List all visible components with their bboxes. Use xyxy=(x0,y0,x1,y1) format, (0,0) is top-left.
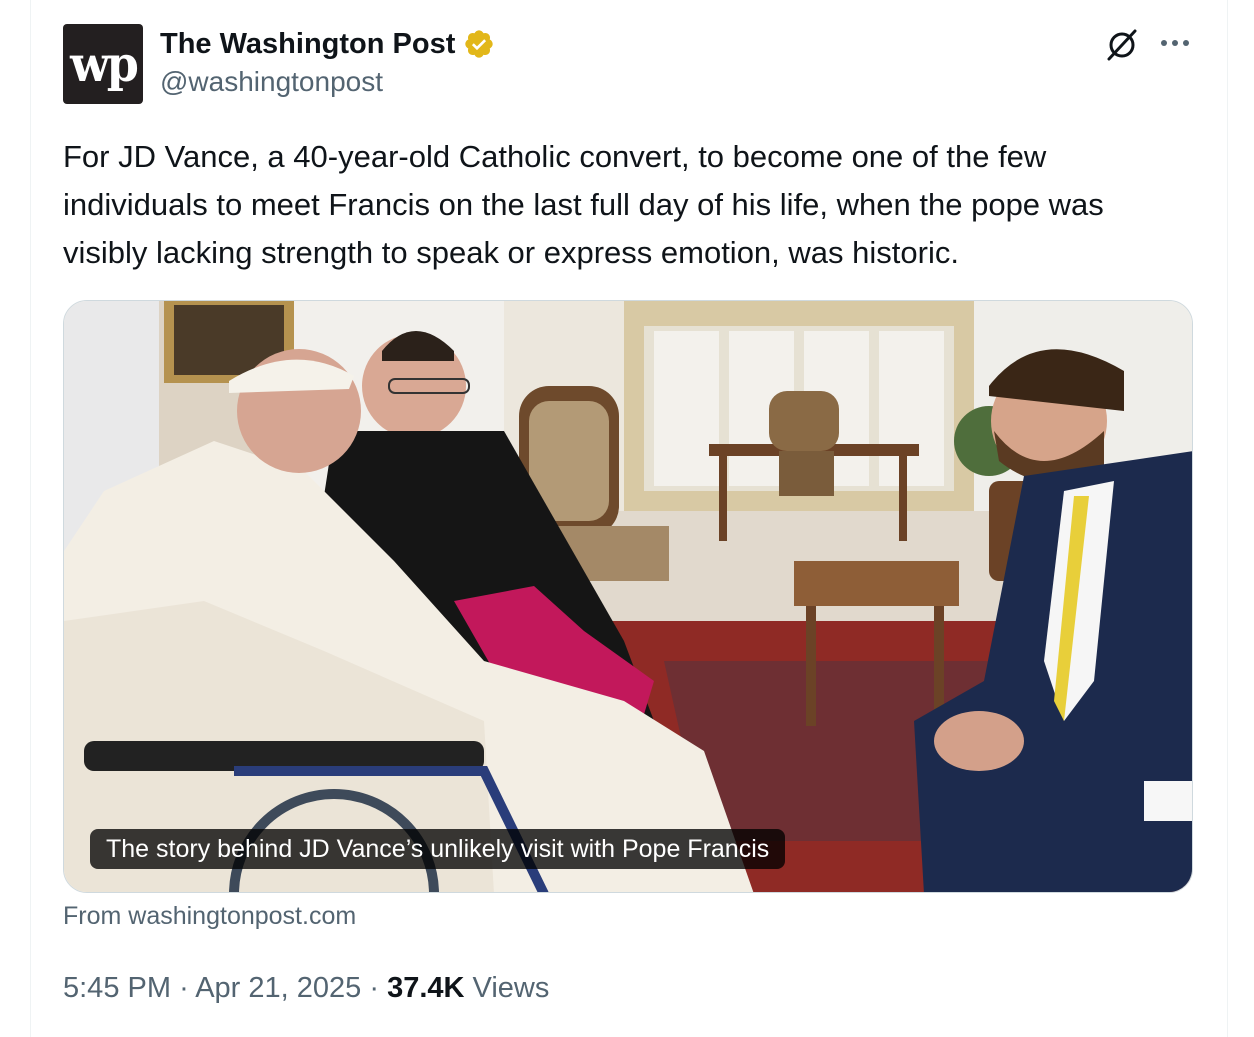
article-photo[interactable] xyxy=(64,301,1193,893)
verified-badge-icon[interactable] xyxy=(463,28,495,60)
tweet-meta: 5:45 PM · Apr 21, 2025 · 37.4K Views xyxy=(63,968,549,1008)
tweet-time[interactable]: 5:45 PM xyxy=(63,972,171,1004)
avatar[interactable]: wp xyxy=(63,24,143,104)
grok-icon[interactable] xyxy=(1104,26,1140,62)
views-count: 37.4K xyxy=(387,972,465,1004)
author-display-name[interactable]: The Washington Post xyxy=(160,28,455,61)
tweet-text: For JD Vance, a 40-year-old Catholic con… xyxy=(63,139,1104,270)
author-name-row: The Washington Post xyxy=(160,24,495,64)
views-label: Views xyxy=(472,972,550,1004)
more-icon[interactable] xyxy=(1158,30,1192,56)
meta-separator: · xyxy=(179,972,189,1004)
author-handle[interactable]: @washingtonpost xyxy=(160,66,383,98)
card-caption: The story behind JD Vance’s unlikely vis… xyxy=(90,829,786,869)
avatar-logo-text: wp xyxy=(70,35,139,93)
timeline-border-right xyxy=(1227,0,1228,1037)
card-source[interactable]: From washingtonpost.com xyxy=(63,902,356,931)
meta-separator: · xyxy=(369,972,380,1004)
link-card[interactable]: The story behind JD Vance’s unlikely vis… xyxy=(63,300,1193,893)
tweet-date[interactable]: Apr 21, 2025 xyxy=(195,972,361,1004)
timeline-border-left xyxy=(30,0,31,1037)
